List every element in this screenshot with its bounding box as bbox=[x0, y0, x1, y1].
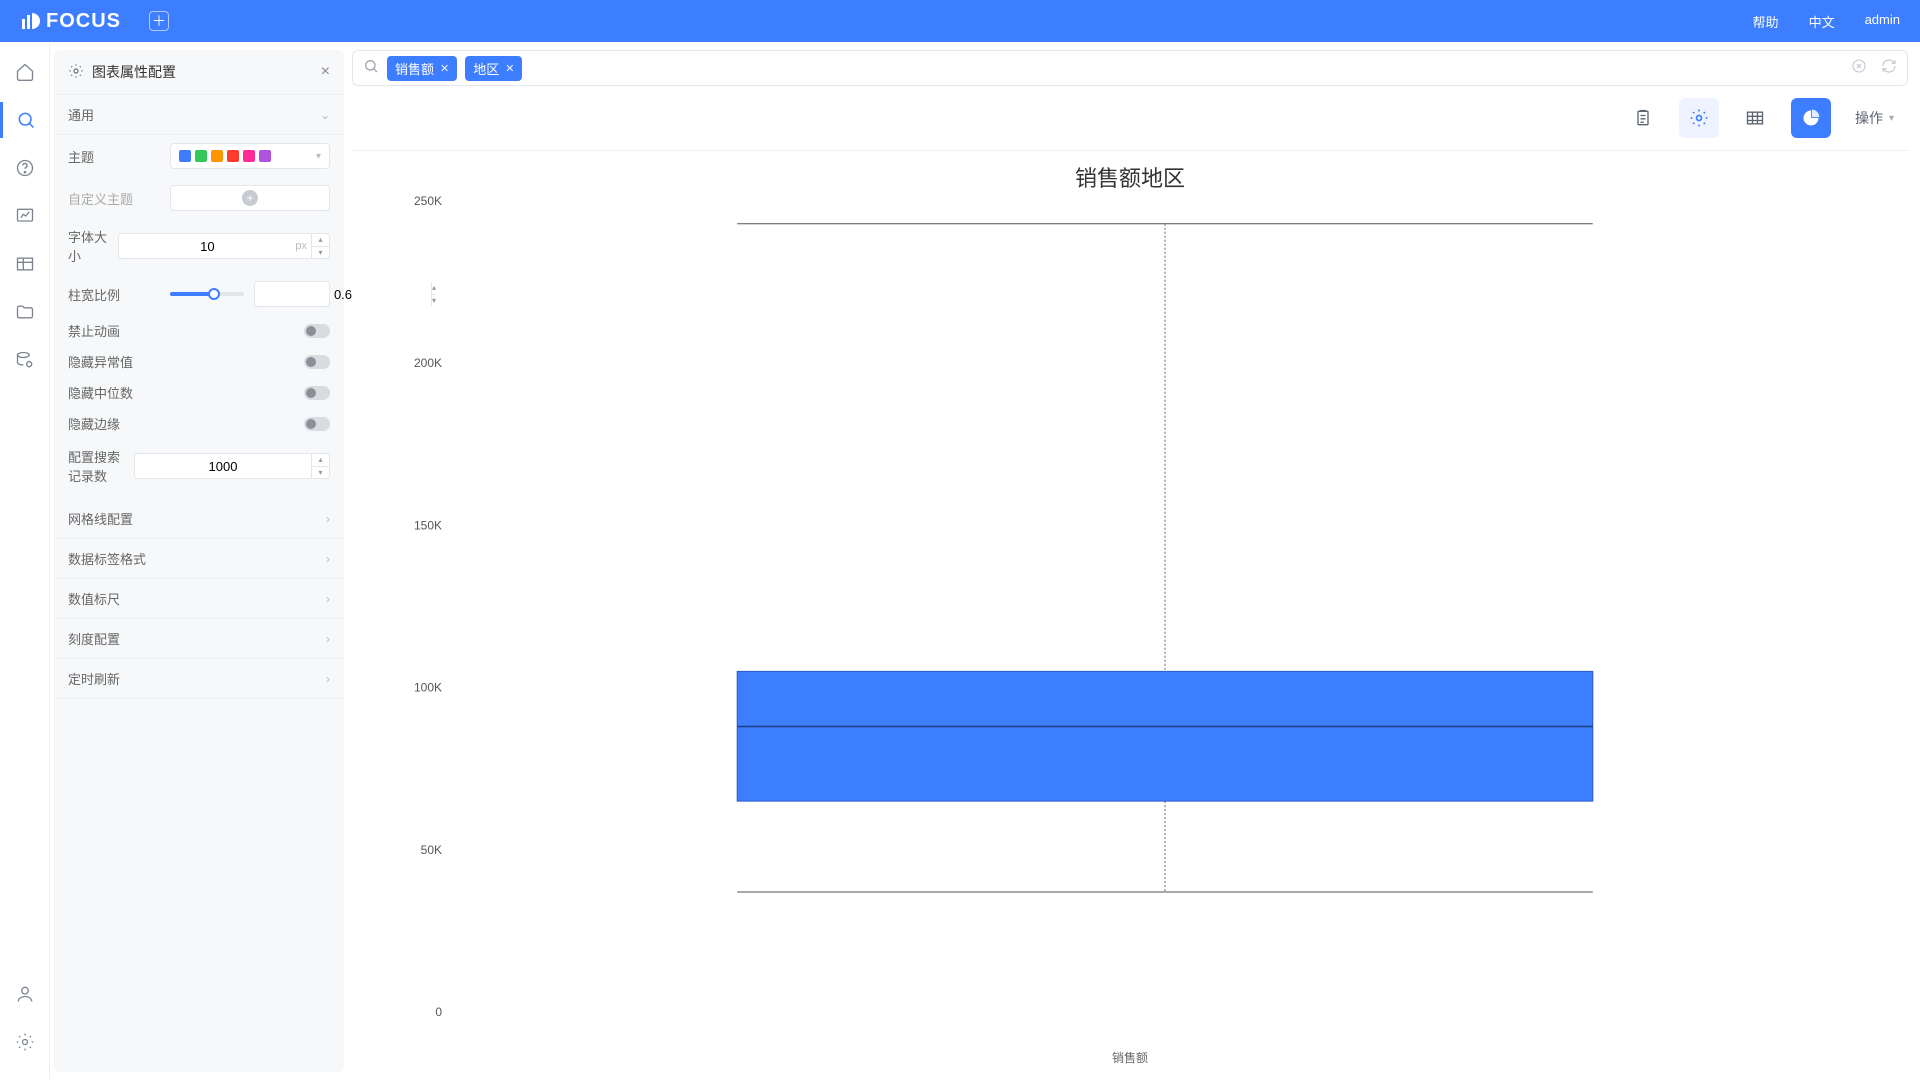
search-chip[interactable]: 地区✕ bbox=[465, 56, 522, 81]
rail-folder-icon[interactable] bbox=[7, 294, 43, 330]
theme-swatch bbox=[243, 150, 255, 162]
search-bar[interactable]: 销售额✕ 地区✕ bbox=[352, 50, 1908, 86]
nav-help[interactable]: 帮助 bbox=[1753, 12, 1779, 31]
x-axis-label: 销售额 bbox=[1112, 1049, 1148, 1066]
fontsize-input[interactable] bbox=[119, 239, 295, 254]
searchrec-step-down[interactable]: ▾ bbox=[312, 467, 329, 479]
svg-text:200K: 200K bbox=[414, 356, 442, 370]
nav-rail bbox=[0, 42, 50, 1080]
section-datalabelfmt[interactable]: 数据标签格式› bbox=[54, 539, 344, 579]
chevron-right-icon: › bbox=[326, 672, 330, 686]
chart-toolbar: 操作▾ bbox=[352, 92, 1908, 144]
theme-swatch bbox=[179, 150, 191, 162]
svg-text:150K: 150K bbox=[414, 518, 442, 532]
brand-name: FOCUS bbox=[46, 10, 121, 33]
prop-barratio-label: 柱宽比例 bbox=[68, 285, 160, 304]
rail-search-icon[interactable] bbox=[0, 102, 50, 138]
top-bar: FOCUS ＋ 帮助 中文 admin bbox=[0, 0, 1920, 42]
prop-theme-label: 主题 bbox=[68, 147, 160, 166]
chevron-right-icon: › bbox=[326, 512, 330, 526]
chart-settings-button[interactable] bbox=[1679, 98, 1719, 138]
svg-text:250K: 250K bbox=[414, 194, 442, 208]
config-panel: 图表属性配置 × 通用 ⌄ 主题 ▾ 自定义主题 + 字体大小 px ▴▾ bbox=[54, 50, 344, 1072]
toggle-hide-edge[interactable] bbox=[304, 417, 330, 431]
table-view-button[interactable] bbox=[1735, 98, 1775, 138]
theme-swatch bbox=[227, 150, 239, 162]
search-icon bbox=[363, 58, 379, 79]
operations-dropdown[interactable]: 操作▾ bbox=[1855, 108, 1894, 128]
prop-searchrec-label: 配置搜索记录数 bbox=[68, 447, 124, 485]
rail-table-icon[interactable] bbox=[7, 246, 43, 282]
toggle-disable-anim[interactable] bbox=[304, 324, 330, 338]
searchrec-step-up[interactable]: ▴ bbox=[312, 454, 329, 467]
fontsize-step-up[interactable]: ▴ bbox=[312, 234, 329, 247]
chip-remove-icon[interactable]: ✕ bbox=[505, 62, 514, 75]
rail-dbgear-icon[interactable] bbox=[7, 342, 43, 378]
refresh-icon[interactable] bbox=[1881, 58, 1897, 79]
chevron-right-icon: › bbox=[326, 552, 330, 566]
custom-theme-box: + bbox=[170, 185, 330, 211]
chip-remove-icon[interactable]: ✕ bbox=[440, 62, 449, 75]
search-chip[interactable]: 销售额✕ bbox=[387, 56, 457, 81]
barratio-slider[interactable] bbox=[170, 292, 244, 296]
theme-selector[interactable]: ▾ bbox=[170, 143, 330, 169]
fontsize-step-down[interactable]: ▾ bbox=[312, 247, 329, 259]
chart-area: 销售额地区 050K100K150K200K250K 销售额 bbox=[352, 150, 1908, 1072]
theme-swatch bbox=[259, 150, 271, 162]
nav-user[interactable]: admin bbox=[1865, 12, 1900, 31]
chevron-right-icon: › bbox=[326, 592, 330, 606]
svg-text:100K: 100K bbox=[414, 681, 442, 695]
new-tab-button[interactable]: ＋ bbox=[149, 11, 169, 31]
nav-language[interactable]: 中文 bbox=[1809, 12, 1835, 31]
fontsize-unit: px bbox=[295, 240, 307, 252]
svg-text:0: 0 bbox=[435, 1005, 442, 1019]
section-timedrefresh[interactable]: 定时刷新› bbox=[54, 659, 344, 699]
toggle-hide-outlier-label: 隐藏异常值 bbox=[68, 352, 304, 371]
toggle-hide-outlier[interactable] bbox=[304, 355, 330, 369]
rail-settings-icon[interactable] bbox=[7, 1024, 43, 1060]
brand-logo-icon bbox=[20, 11, 40, 31]
caret-down-icon: ▾ bbox=[316, 151, 321, 162]
section-gridline[interactable]: 网格线配置› bbox=[54, 499, 344, 539]
rail-trend-icon[interactable] bbox=[7, 198, 43, 234]
chevron-down-icon: ⌄ bbox=[320, 108, 330, 122]
prop-custom-theme-label: 自定义主题 bbox=[68, 189, 160, 208]
section-general-label: 通用 bbox=[68, 105, 94, 124]
panel-gear-icon bbox=[68, 63, 84, 82]
section-general[interactable]: 通用 ⌄ bbox=[54, 95, 344, 135]
prop-fontsize-label: 字体大小 bbox=[68, 227, 108, 265]
toggle-disable-anim-label: 禁止动画 bbox=[68, 321, 304, 340]
rail-user-icon[interactable] bbox=[7, 976, 43, 1012]
panel-close-icon[interactable]: × bbox=[321, 63, 330, 81]
add-custom-theme-button[interactable]: + bbox=[242, 190, 258, 206]
chevron-right-icon: › bbox=[326, 632, 330, 646]
clear-search-icon[interactable] bbox=[1851, 58, 1867, 79]
rail-home-icon[interactable] bbox=[7, 54, 43, 90]
caret-down-icon: ▾ bbox=[1889, 113, 1894, 124]
theme-swatch bbox=[195, 150, 207, 162]
chart-view-button[interactable] bbox=[1791, 98, 1831, 138]
rail-help-icon[interactable] bbox=[7, 150, 43, 186]
clipboard-icon[interactable] bbox=[1623, 98, 1663, 138]
svg-text:50K: 50K bbox=[421, 843, 442, 857]
panel-title: 图表属性配置 bbox=[92, 62, 176, 82]
searchrec-input[interactable] bbox=[135, 459, 311, 474]
brand-block: FOCUS bbox=[20, 10, 121, 33]
boxplot-svg: 0 50K 100K 150K 200K 250K bbox=[392, 191, 1888, 1042]
section-tickcfg[interactable]: 刻度配置› bbox=[54, 619, 344, 659]
toggle-hide-edge-label: 隐藏边缘 bbox=[68, 414, 304, 433]
section-valueruler[interactable]: 数值标尺› bbox=[54, 579, 344, 619]
toggle-hide-median-label: 隐藏中位数 bbox=[68, 383, 304, 402]
theme-swatch bbox=[211, 150, 223, 162]
toggle-hide-median[interactable] bbox=[304, 386, 330, 400]
